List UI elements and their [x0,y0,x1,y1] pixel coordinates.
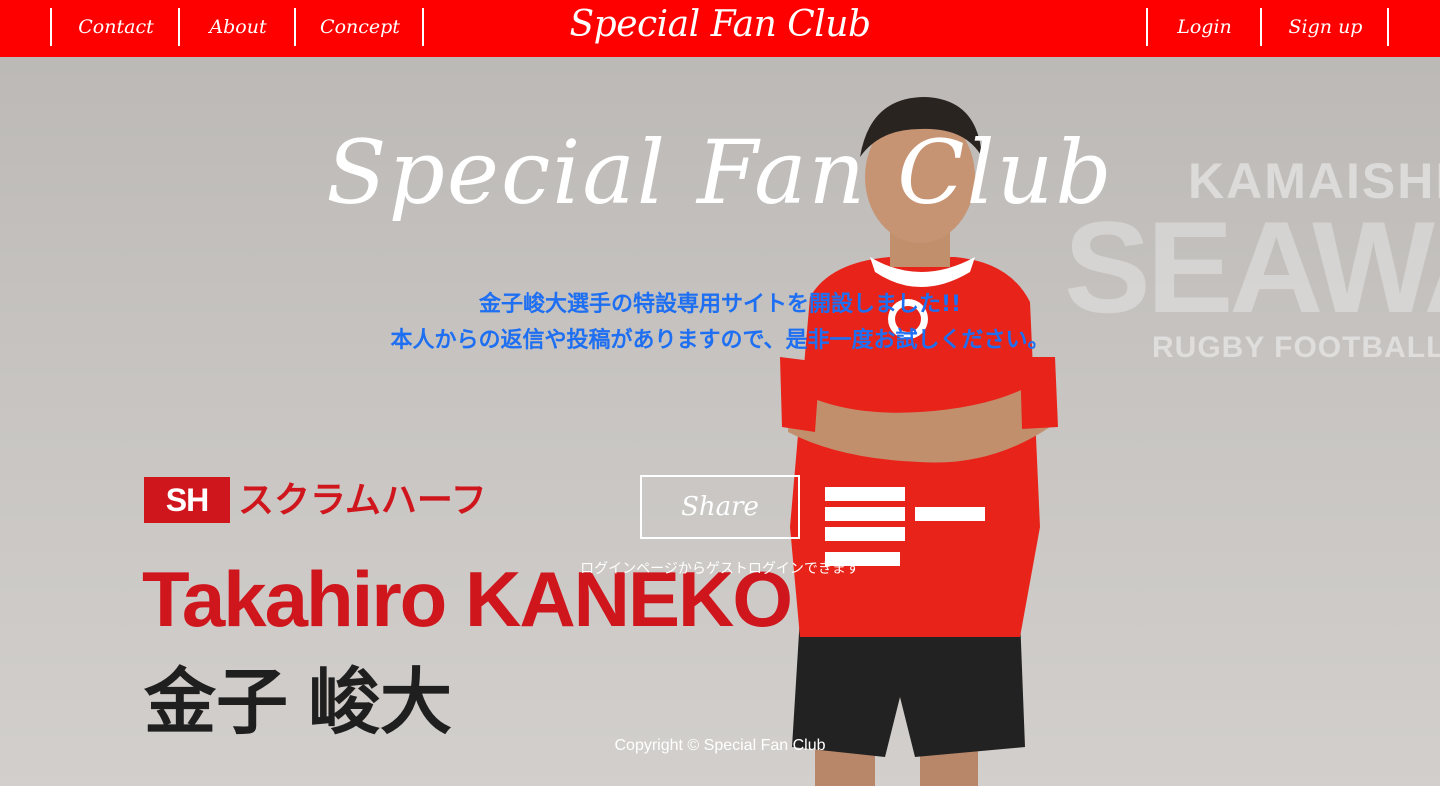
announcement-line-1: 金子峻大選手の特設専用サイトを開設しました!! [478,292,962,317]
login-link[interactable]: Login [1146,8,1261,46]
position-badge: SH [144,477,230,523]
signup-link[interactable]: Sign up [1260,8,1389,46]
copyright-text: Copyright © Special Fan Club [614,737,826,754]
nav-contact-link[interactable]: Contact [50,8,180,46]
player-name-japanese: 金子 峻大 [144,663,453,743]
nav-divider [422,8,424,46]
nav-divider [1387,8,1389,46]
position-code: SH [165,482,209,518]
announcement-text: 金子峻大選手の特設専用サイトを開設しました!! 本人からの返信や投稿がありますの… [0,287,1440,359]
guest-login-note: ログインページからゲストログインできます [580,561,860,577]
nav-concept-link[interactable]: Concept [294,8,424,46]
site-header: Contact About Concept Special Fan Club L… [0,0,1440,57]
hero-title: Special Fan Club [326,121,1114,224]
share-button[interactable]: Share [640,475,800,539]
position-name: スクラムハーフ [238,479,487,520]
nav-about-link[interactable]: About [178,8,296,46]
site-logo[interactable]: Special Fan Club [560,0,880,57]
announcement-line-2: 本人からの返信や投稿がありますので、是非一度お試しください。 [390,328,1050,353]
